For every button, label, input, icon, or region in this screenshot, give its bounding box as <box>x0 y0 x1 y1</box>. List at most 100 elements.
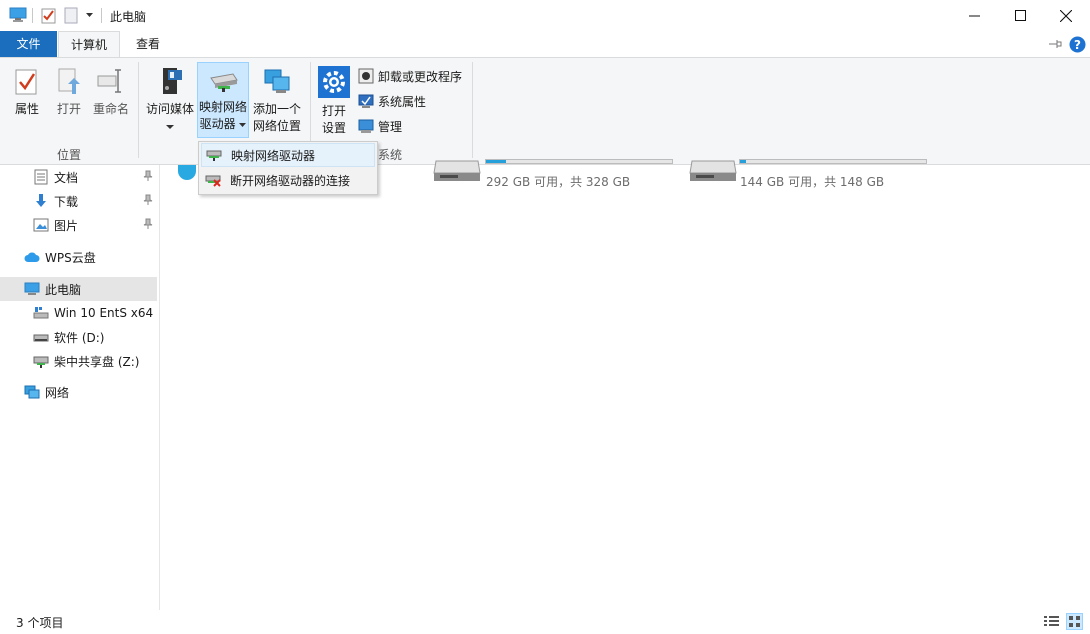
properties-check-icon[interactable] <box>41 7 57 24</box>
tab-computer[interactable]: 计算机 <box>58 31 120 57</box>
system-drive-icon[interactable] <box>178 165 196 185</box>
pin-icon[interactable] <box>143 170 153 182</box>
tab-view[interactable]: 查看 <box>120 31 176 57</box>
rename-label: 重命名 <box>92 102 129 116</box>
manage-icon <box>358 119 374 133</box>
nav-item-drive-d[interactable]: 软件 (D:) <box>0 325 157 349</box>
open-button[interactable]: 打开 <box>52 66 86 118</box>
nav-label: 下载 <box>54 194 79 209</box>
drive-tile[interactable]: 292 GB 可用，共 328 GB <box>432 159 673 195</box>
capacity-bar <box>485 159 673 164</box>
details-view-icon[interactable] <box>1043 614 1060 629</box>
item-count: 3 个项目 <box>16 616 64 630</box>
capacity-bar-fill <box>740 160 746 163</box>
drive-icon <box>433 160 481 181</box>
nav-item-documents[interactable]: 文档 <box>0 165 157 189</box>
nav-item-network-drive-z[interactable]: 柴中共享盘 (Z:) <box>0 349 157 373</box>
nav-label: Win 10 EntS x64 ( <box>54 306 157 320</box>
chevron-down-icon <box>166 125 174 129</box>
new-folder-icon[interactable] <box>64 7 78 24</box>
menu-item-label: 映射网络驱动器 <box>231 148 316 163</box>
close-button[interactable] <box>1043 0 1089 31</box>
properties-button[interactable]: 属性 <box>9 66 45 118</box>
network-drive-icon <box>210 73 238 92</box>
navigation-pane: 文档 下载 图片 WPS云盘 此电脑 Win 10 EntS x64 ( 软件 … <box>0 165 160 610</box>
add-network-location-button[interactable]: 添加一个 网络位置 <box>250 66 304 135</box>
nav-item-this-pc[interactable]: 此电脑 <box>0 277 157 301</box>
nav-item-downloads[interactable]: 下载 <box>0 189 157 213</box>
rename-icon <box>97 69 121 93</box>
maximize-button[interactable] <box>997 0 1043 31</box>
system-properties-label: 系统属性 <box>378 94 427 109</box>
open-label: 打开 <box>56 102 81 116</box>
network-drive-icon <box>206 150 222 161</box>
ribbon-tab-row: 文件 计算机 查看 ? <box>0 31 1090 57</box>
drive-icon <box>689 160 737 181</box>
nav-item-system-drive[interactable]: Win 10 EntS x64 ( <box>0 301 157 325</box>
chevron-down-icon <box>239 123 247 127</box>
disconnect-drive-icon <box>205 175 221 187</box>
system-properties-icon <box>358 94 374 108</box>
nav-label: 软件 (D:) <box>54 330 105 345</box>
pin-icon[interactable] <box>143 218 153 230</box>
location-group-label: 位置 <box>57 148 82 162</box>
pictures-icon <box>33 218 49 232</box>
add-location-label-2: 网络位置 <box>252 119 301 133</box>
nav-label: 网络 <box>45 385 70 400</box>
help-icon[interactable]: ? <box>1069 36 1086 53</box>
group-separator <box>472 62 473 158</box>
uninstall-icon <box>358 68 374 84</box>
pin-ribbon-icon[interactable] <box>1049 39 1063 49</box>
minimize-icon <box>968 15 980 17</box>
system-drive-icon <box>33 307 49 319</box>
maximize-icon <box>1014 10 1026 21</box>
manage-label: 管理 <box>378 119 403 134</box>
nav-label: 图片 <box>54 218 79 233</box>
uninstall-label: 卸载或更改程序 <box>378 69 463 84</box>
add-location-label-1: 添加一个 <box>252 102 301 116</box>
window-title: 此电脑 <box>110 10 147 24</box>
chevron-down-icon[interactable] <box>85 12 94 18</box>
open-settings-button[interactable]: 打开 设置 <box>316 66 352 137</box>
nav-label: 柴中共享盘 (Z:) <box>54 354 140 369</box>
nav-label: 此电脑 <box>45 282 82 297</box>
capacity-bar <box>739 159 927 164</box>
access-media-label: 访问媒体 <box>145 102 194 116</box>
menu-item-label: 断开网络驱动器的连接 <box>230 173 351 188</box>
computer-icon[interactable] <box>9 7 27 23</box>
nav-item-wps-cloud[interactable]: WPS云盘 <box>0 245 157 269</box>
title-bar: 此电脑 <box>0 0 1090 31</box>
menu-item-map-network-drive[interactable]: 映射网络驱动器 <box>201 143 375 167</box>
network-location-icon <box>264 69 290 93</box>
system-properties-button[interactable]: 系统属性 <box>358 91 426 111</box>
open-settings-label-1: 打开 <box>321 104 346 118</box>
settings-gear-icon <box>318 66 350 98</box>
large-icons-view-icon[interactable] <box>1066 613 1083 630</box>
minimize-button[interactable] <box>951 0 997 31</box>
media-server-icon <box>163 68 182 94</box>
pin-icon[interactable] <box>143 194 153 206</box>
drive-tile[interactable]: 144 GB 可用，共 148 GB <box>688 159 938 195</box>
cloud-icon <box>24 252 40 262</box>
menu-item-disconnect-network-drive[interactable]: 断开网络驱动器的连接 <box>201 168 375 192</box>
uninstall-programs-button[interactable]: 卸载或更改程序 <box>358 66 462 86</box>
system-group-label: 系统 <box>378 148 403 162</box>
map-drive-label-2: 驱动器 <box>198 116 248 133</box>
properties-label: 属性 <box>14 102 39 116</box>
svg-text:?: ? <box>1074 38 1081 52</box>
tab-file[interactable]: 文件 <box>0 31 57 57</box>
drive-free-space: 292 GB 可用，共 328 GB <box>486 175 631 189</box>
map-network-drive-button[interactable]: 映射网络 驱动器 <box>197 62 249 138</box>
access-media-button[interactable]: 访问媒体 <box>144 66 196 135</box>
download-icon <box>36 194 46 207</box>
nav-item-network[interactable]: 网络 <box>0 380 157 404</box>
manage-button[interactable]: 管理 <box>358 116 402 136</box>
status-bar: 3 个项目 <box>0 610 1090 634</box>
rename-button[interactable]: 重命名 <box>91 66 131 118</box>
drive-free-space: 144 GB 可用，共 148 GB <box>740 175 885 189</box>
nav-item-pictures[interactable]: 图片 <box>0 213 157 237</box>
open-settings-label-2: 设置 <box>321 121 346 135</box>
network-drive-icon <box>33 356 49 368</box>
content-area: 292 GB 可用，共 328 GB 144 GB 可用，共 148 GB <box>160 159 1090 610</box>
close-icon <box>1060 9 1072 22</box>
